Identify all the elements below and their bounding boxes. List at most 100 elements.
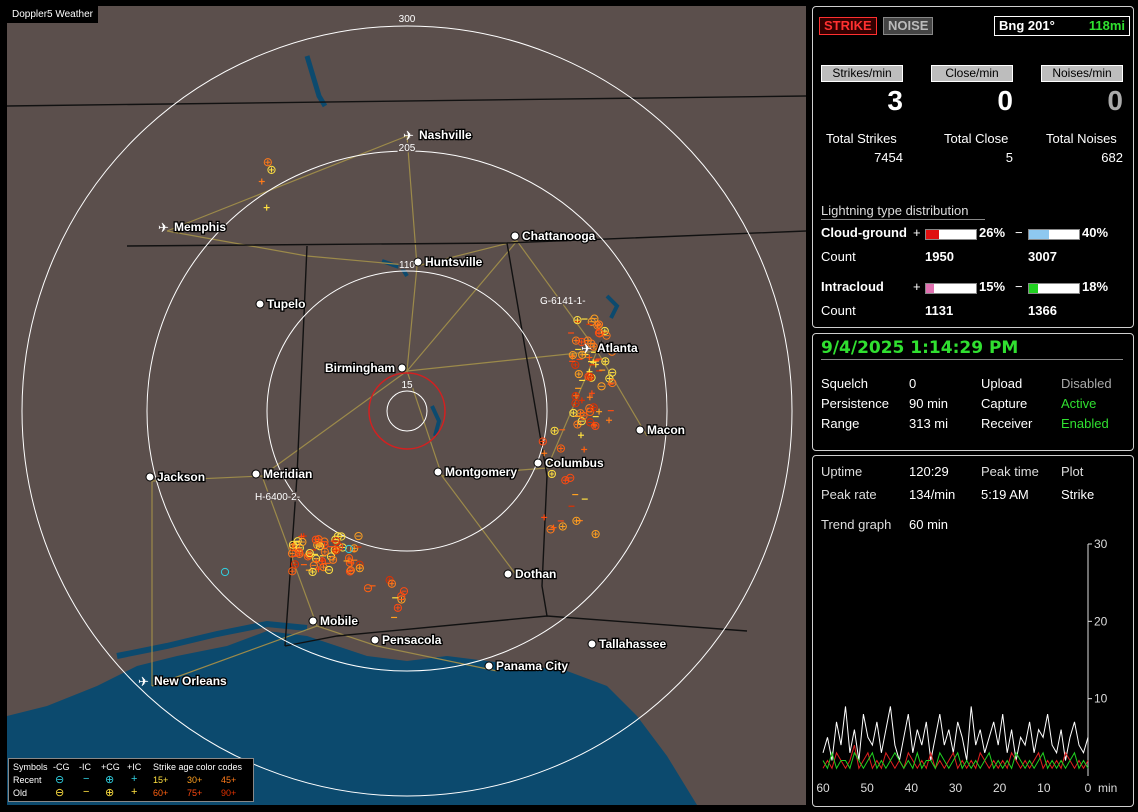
airport-icon: ✈ [403, 129, 414, 144]
strike-marker [220, 567, 230, 577]
recent-pos-ic-symbol: + [131, 773, 138, 785]
city-dot-icon [413, 257, 423, 267]
range-ring-label: 15 [401, 380, 413, 391]
total-close-value: 5 [1005, 150, 1013, 165]
city-marker[interactable]: Birmingham [324, 360, 407, 376]
city-marker[interactable]: Pensacola [370, 632, 443, 648]
strike-button[interactable]: STRIKE [819, 17, 877, 35]
dist-pos-bar [925, 283, 977, 294]
city-label: Pensacola [382, 633, 442, 647]
legend-col-neg-ic: -IC [79, 762, 91, 772]
upload-label: Upload [981, 376, 1023, 391]
city-dot-icon [251, 469, 261, 479]
city-label: Birmingham [325, 361, 395, 375]
x-axis-label: min [1098, 781, 1117, 795]
legend-col-neg-cg: -CG [53, 762, 70, 772]
persistence-label: Persistence [821, 396, 889, 411]
map-canvas[interactable]: 15 110 205 300 ✈ Nashville ✈ Memphis Chattanoog… [7, 6, 806, 805]
y-tick-label: 30 [1094, 537, 1108, 551]
city-marker[interactable]: Jackson [145, 469, 206, 485]
close-per-min-value: 0 [997, 85, 1013, 116]
bearing-value: Bng 201° [999, 18, 1055, 33]
roads [151, 135, 648, 687]
lake [304, 55, 328, 108]
dist-type-name: Cloud-ground [821, 225, 907, 240]
datetime: 9/4/2025 1:14:29 PM [821, 338, 1019, 358]
y-tick-label: 10 [1094, 692, 1108, 706]
city-marker[interactable]: Columbus [533, 455, 605, 471]
city-marker[interactable]: ✈ Nashville [403, 127, 473, 144]
city-label: Tupelo [267, 297, 305, 311]
dist-neg-sign: − [1015, 225, 1023, 240]
receiver-value: Enabled [1061, 416, 1109, 431]
plot-label: Plot [1061, 464, 1084, 479]
noise-button[interactable]: NOISE [883, 17, 934, 35]
lake [605, 294, 620, 319]
city-label: Montgomery [445, 465, 517, 479]
range-ring-label: 300 [399, 14, 416, 25]
peak-rate-value: 134/min [909, 487, 956, 502]
close-per-min-header: Close/min [931, 65, 1013, 82]
city-dot-icon [635, 425, 645, 435]
dist-neg-sign: − [1015, 279, 1023, 294]
city-marker[interactable]: Chattanooga [510, 228, 597, 244]
distribution-divider [821, 219, 985, 220]
dist-neg-count: 3007 [1028, 249, 1057, 264]
range-ring-labels: 15 110 205 300 [397, 13, 417, 393]
y-tick-label: 20 [1094, 614, 1108, 628]
dist-pos-sign: + [913, 279, 921, 294]
dist-neg-pct: 18% [1082, 279, 1109, 294]
dist-neg-bar [1028, 229, 1080, 240]
app-title: Doppler5 Weather [7, 6, 98, 23]
recent-neg-ic-symbol: − [83, 773, 90, 785]
city-dot-icon [510, 231, 520, 241]
city-marker[interactable]: Meridian [251, 466, 314, 482]
dist-type-name: Intracloud [821, 279, 884, 294]
range-label: Range [821, 416, 860, 431]
strike-markers [220, 158, 617, 619]
recent-pos-cg-symbol: ⊕ [105, 774, 115, 786]
city-dot-icon [533, 458, 543, 468]
age-45: 45+ [221, 775, 237, 785]
x-tick-label: 0 [1085, 781, 1092, 795]
lake [430, 405, 442, 437]
total-strikes-value: 7454 [874, 150, 903, 165]
city-markers: ✈ Nashville ✈ Memphis Chattanooga Huntsville T… [138, 127, 686, 690]
city-label: Meridian [263, 467, 312, 481]
dist-pos-pct: 15% [979, 279, 1006, 294]
city-dot-icon [255, 299, 265, 309]
squelch-label: Squelch [821, 376, 868, 391]
capture-label: Capture [981, 396, 1028, 411]
city-label: Huntsville [425, 255, 483, 269]
city-marker[interactable]: Tallahassee [587, 636, 668, 652]
age-30: 30+ [187, 775, 203, 785]
city-marker[interactable]: Macon [635, 422, 686, 438]
old-neg-ic-symbol: − [83, 786, 90, 798]
peak-time-label: Peak time [981, 464, 1039, 479]
city-marker[interactable]: Tupelo [255, 296, 307, 312]
storm-cell-label: G-6141-1- [540, 296, 586, 307]
old-pos-ic-symbol: + [131, 786, 138, 798]
dist-pos-fill [926, 284, 934, 293]
city-marker[interactable]: Montgomery [433, 464, 519, 480]
city-label: Columbus [545, 456, 604, 470]
trend-chart: 30 20 10 60 50 40 30 20 10 0 min [816, 537, 1117, 795]
city-dot-icon [397, 363, 407, 373]
status-panel: 9/4/2025 1:14:29 PM Squelch 0 Upload Dis… [812, 333, 1134, 451]
peak-time-value: 5:19 AM [981, 487, 1029, 502]
lightning-map[interactable]: 15 110 205 300 ✈ Nashville ✈ Memphis Chattanoog… [7, 6, 806, 805]
city-marker[interactable]: ✈ Memphis [158, 219, 228, 236]
city-label: Chattanooga [522, 229, 596, 243]
x-tick-label: 40 [905, 781, 919, 795]
distribution-title: Lightning type distribution [821, 203, 969, 218]
age-90: 90+ [221, 788, 237, 798]
legend-col-pos-ic: +IC [127, 762, 142, 772]
city-marker[interactable]: Huntsville [413, 254, 484, 270]
age-15: 15+ [153, 775, 169, 785]
age-75: 75+ [187, 788, 203, 798]
city-marker[interactable]: Panama City [484, 658, 570, 674]
city-marker[interactable]: ✈ Atlanta [581, 340, 639, 357]
x-tick-label: 30 [949, 781, 963, 795]
dist-pos-pct: 26% [979, 225, 1006, 240]
total-noises-label: Total Noises [1046, 131, 1117, 146]
